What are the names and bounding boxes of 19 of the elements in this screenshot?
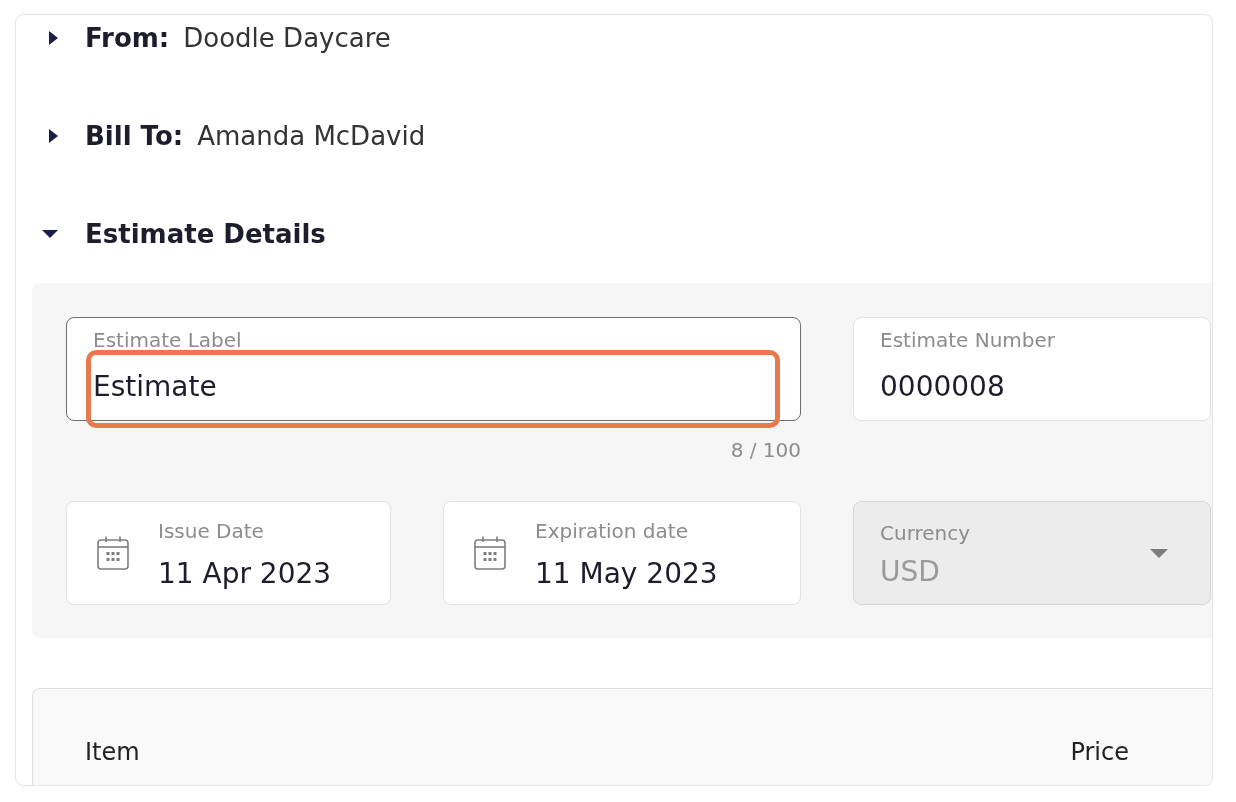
section-toggle[interactable]: Estimate Details: [40, 211, 326, 257]
select-field: Currency USD: [853, 501, 1211, 605]
character-counter: 8 / 100: [730, 440, 801, 460]
text-field[interactable]: Estimate Number 0000008: [853, 317, 1211, 421]
caret-icon: [1150, 548, 1168, 558]
text-field[interactable]: Estimate Label Estimate: [66, 317, 801, 421]
date-field[interactable]: Expiration date 11 May 2023: [443, 501, 801, 605]
section-toggle[interactable]: Bill To: Amanda McDavid: [40, 113, 426, 159]
field-label: Estimate Number: [880, 330, 1056, 350]
calendar-icon: [474, 536, 506, 570]
field-label: Issue Date: [158, 521, 264, 541]
date-field[interactable]: Issue Date 11 Apr 2023: [66, 501, 391, 605]
field-label: Expiration date: [535, 521, 688, 541]
calendar-icon: [97, 536, 129, 570]
field-label: Estimate Label: [93, 330, 242, 350]
column-header: Item: [85, 738, 140, 766]
column-header: Price: [1070, 738, 1129, 766]
field-label: Currency: [880, 523, 971, 543]
section-toggle[interactable]: From: Doodle Daycare: [40, 15, 391, 61]
